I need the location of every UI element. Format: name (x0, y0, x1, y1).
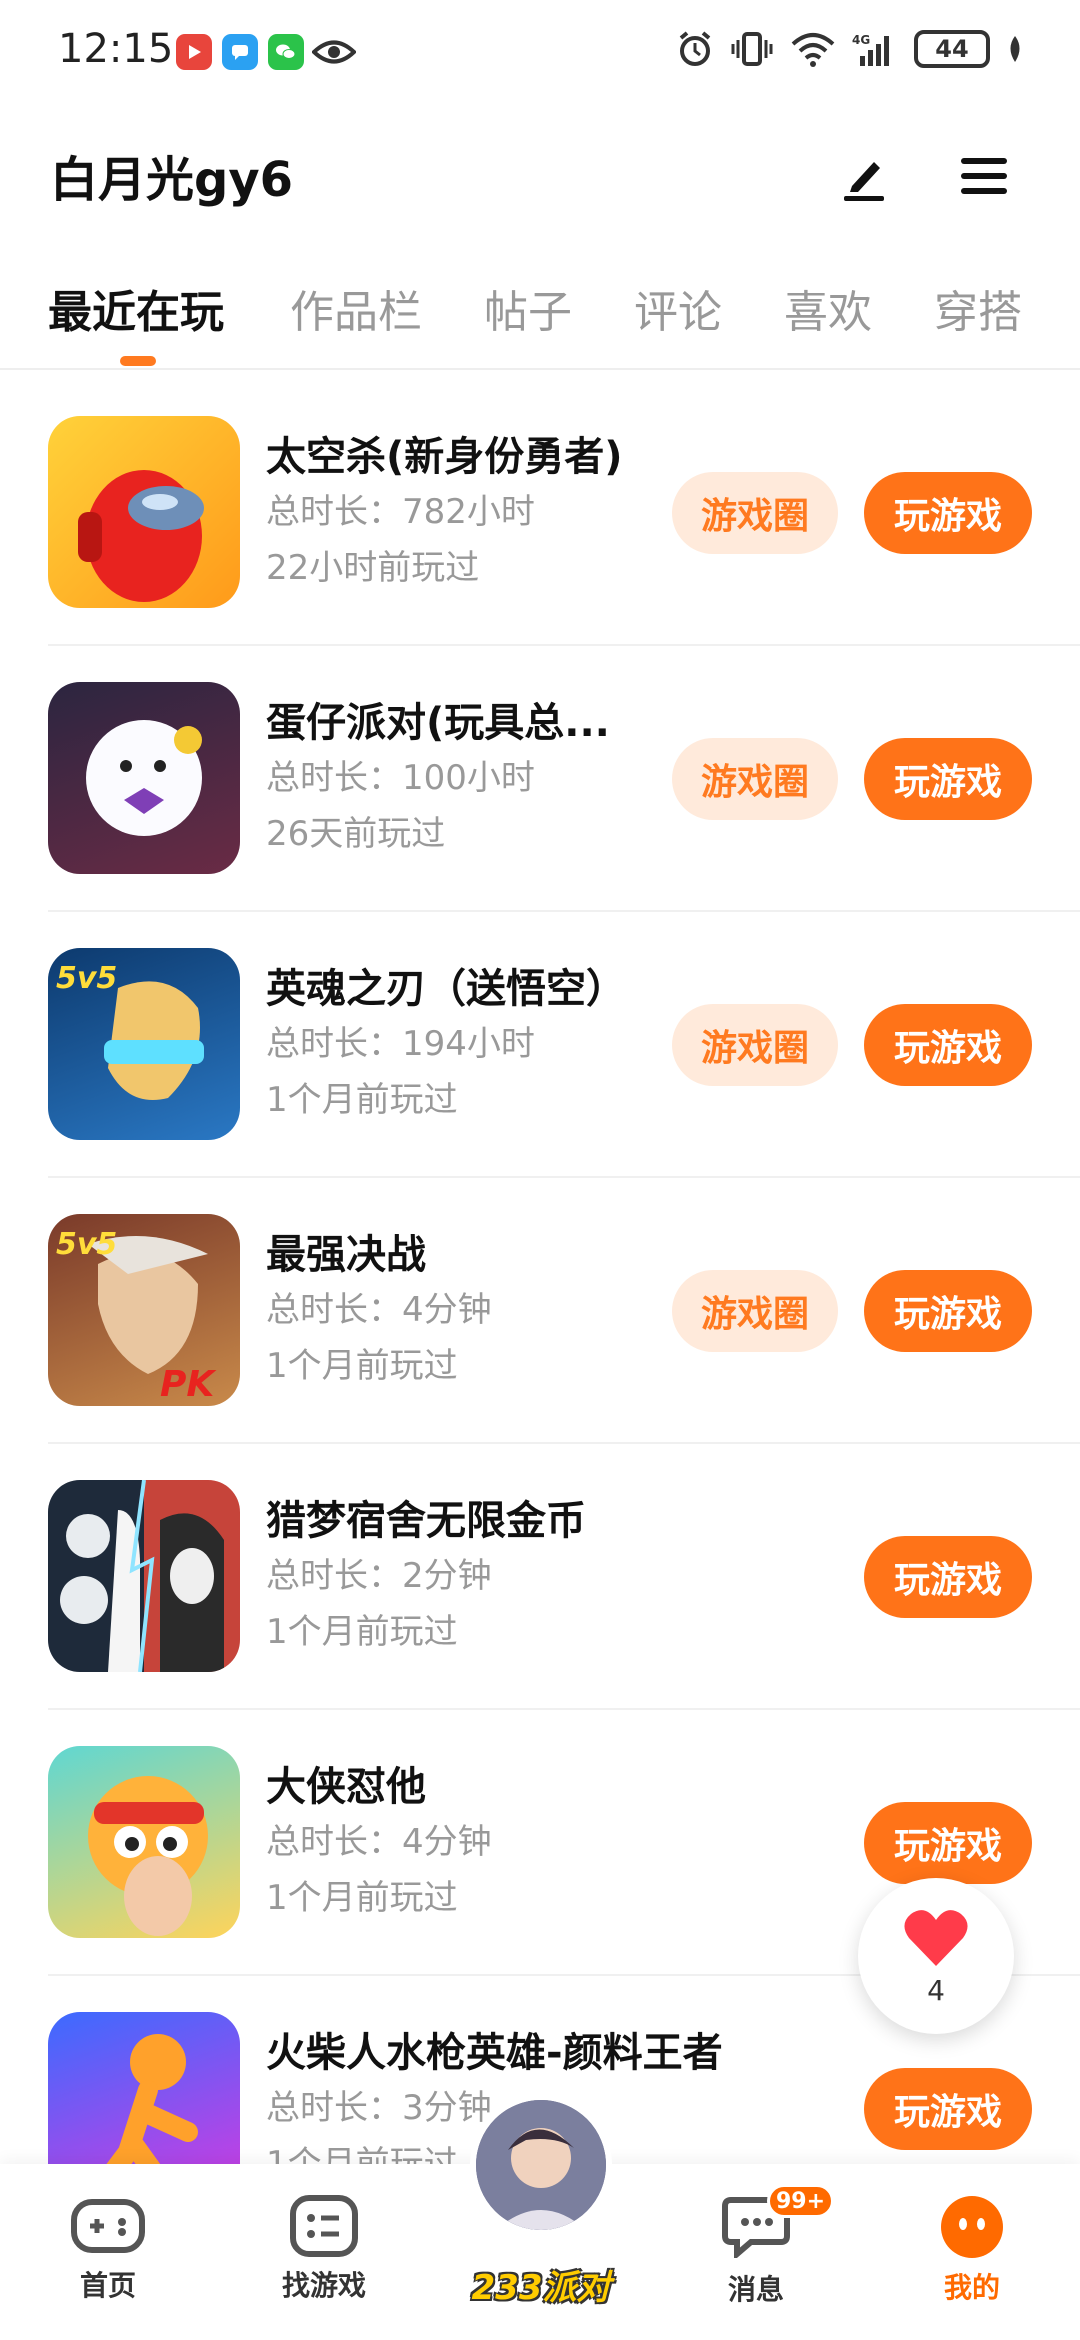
hamburger-menu-icon (961, 158, 1007, 194)
play-game-button[interactable]: 玩游戏 (864, 1802, 1032, 1884)
alarm-icon (679, 31, 711, 66)
nav-find-games[interactable]: 找游戏 (254, 2194, 394, 2304)
game-title: 蛋仔派对(玩具总... (266, 700, 610, 746)
game-title: 猎梦宿舍无限金币 (266, 1498, 586, 1544)
signal-icon: 4G (852, 33, 889, 66)
user-name: 白月光gy6 (50, 152, 294, 208)
vibrate-icon (731, 32, 773, 66)
play-game-button[interactable]: 玩游戏 (864, 738, 1032, 820)
menu-button[interactable] (952, 144, 1016, 208)
tab-recently-played[interactable]: 最近在玩 (48, 276, 224, 340)
gamepad-icon (71, 2199, 145, 2253)
chat-app-icon (222, 34, 258, 70)
play-game-button[interactable]: 玩游戏 (864, 472, 1032, 554)
svg-text:5v5: 5v5 (56, 961, 117, 996)
heart-icon (904, 1909, 968, 1966)
party-avatar-image (476, 2100, 606, 2230)
messages-badge: 99+ (767, 2184, 835, 2218)
svg-text:4G: 4G (852, 33, 870, 47)
status-time: 12:15 (58, 26, 174, 72)
tab-posts[interactable]: 帖子 (484, 276, 572, 340)
battery-indicator: 44 (914, 30, 990, 68)
game-duration: 总时长：194小时 (266, 1024, 535, 1064)
tab-likes[interactable]: 喜欢 (784, 276, 872, 340)
game-circle-button[interactable]: 游戏圈 (672, 1270, 838, 1352)
status-bar: 12:15 4G 44 (0, 0, 1080, 100)
party-label[interactable]: 233派对 (456, 2260, 626, 2309)
svg-text:PK: PK (160, 1364, 217, 1405)
nav-home[interactable]: 首页 (38, 2194, 178, 2304)
play-game-button[interactable]: 玩游戏 (864, 1536, 1032, 1618)
tab-comments[interactable]: 评论 (634, 276, 722, 340)
game-last-played: 1个月前玩过 (266, 1878, 458, 1918)
game-icon-strongest-battle: 5v5 PK (48, 1214, 240, 1406)
game-row[interactable]: 5v5 英魂之刃（送悟空） 总时长：194小时 1个月前玩过 游戏圈 玩游戏 (48, 912, 1080, 1178)
game-row[interactable]: 5v5 PK 最强决战 总时长：4分钟 1个月前玩过 游戏圈 玩游戏 (48, 1178, 1080, 1444)
party-avatar-button[interactable] (470, 2094, 612, 2236)
game-duration: 总时长：100小时 (266, 758, 535, 798)
profile-header: 白月光gy6 (0, 110, 1080, 230)
game-last-played: 1个月前玩过 (266, 1080, 458, 1120)
game-title: 火柴人水枪英雄-颜料王者 (266, 2030, 723, 2076)
game-duration: 总时长：782小时 (266, 492, 535, 532)
nav-me-label: 我的 (943, 2271, 1000, 2304)
wifi-icon (791, 33, 835, 67)
list-icon (290, 2195, 358, 2257)
game-circle-button[interactable]: 游戏圈 (672, 1004, 838, 1086)
video-app-icon (176, 34, 212, 70)
game-icon-hero-fight (48, 1746, 240, 1938)
me-face-icon (941, 2196, 1003, 2258)
bottom-navigation: 首页 找游戏 233派对 99+ 消息 我的 (0, 2094, 1080, 2340)
nav-messages[interactable]: 99+ 消息 (686, 2184, 835, 2308)
game-row[interactable]: 蛋仔派对(玩具总... 总时长：100小时 26天前玩过 游戏圈 玩游戏 (48, 646, 1080, 912)
game-last-played: 1个月前玩过 (266, 1612, 458, 1652)
svg-text:5v5: 5v5 (56, 1227, 117, 1262)
game-title: 英魂之刃（送悟空） (266, 966, 626, 1012)
game-last-played: 1个月前玩过 (266, 1346, 458, 1386)
profile-tabs: 最近在玩 作品栏 帖子 评论 喜欢 穿搭 (0, 262, 1080, 370)
tab-works[interactable]: 作品栏 (290, 276, 422, 340)
game-icon-eggy-party (48, 682, 240, 874)
play-game-button[interactable]: 玩游戏 (864, 1270, 1032, 1352)
pencil-icon (844, 162, 884, 201)
nav-messages-label: 消息 (727, 2273, 784, 2306)
game-row[interactable]: 猎梦宿舍无限金币 总时长：2分钟 1个月前玩过 玩游戏 (48, 1444, 1080, 1710)
game-title: 大侠怼他 (266, 1764, 426, 1810)
play-game-button[interactable]: 玩游戏 (864, 1004, 1032, 1086)
game-duration: 总时长：3分钟 (266, 2088, 492, 2128)
edit-button[interactable] (832, 144, 896, 208)
game-row[interactable]: 太空杀(新身份勇者) 总时长：782小时 22小时前玩过 游戏圈 玩游戏 (48, 380, 1080, 646)
game-icon-dream-dorm (48, 1480, 240, 1672)
game-duration: 总时长：4分钟 (266, 1290, 492, 1330)
nav-me[interactable]: 我的 (902, 2194, 1042, 2306)
eye-icon (312, 34, 356, 70)
active-tab-indicator (120, 356, 156, 366)
nav-home-label: 首页 (79, 2269, 136, 2302)
game-last-played: 22小时前玩过 (266, 548, 480, 588)
game-last-played: 26天前玩过 (266, 814, 446, 854)
game-duration: 总时长：4分钟 (266, 1822, 492, 1862)
tab-outfits[interactable]: 穿搭 (934, 276, 1022, 340)
status-icons: 4G 44 (676, 30, 1024, 68)
game-icon-hero-blade: 5v5 (48, 948, 240, 1140)
like-count: 4 (927, 1973, 945, 2007)
nav-find-games-label: 找游戏 (281, 2269, 366, 2302)
play-game-button[interactable]: 玩游戏 (864, 2068, 1032, 2150)
wechat-icon (268, 34, 304, 70)
game-circle-button[interactable]: 游戏圈 (672, 738, 838, 820)
game-title: 最强决战 (266, 1232, 426, 1278)
game-title: 太空杀(新身份勇者) (266, 434, 623, 480)
game-icon-space-kill (48, 416, 240, 608)
game-circle-button[interactable]: 游戏圈 (672, 472, 838, 554)
floating-like-button[interactable]: 4 (858, 1878, 1014, 2034)
game-duration: 总时长：2分钟 (266, 1556, 492, 1596)
leaf-icon (1010, 36, 1020, 62)
